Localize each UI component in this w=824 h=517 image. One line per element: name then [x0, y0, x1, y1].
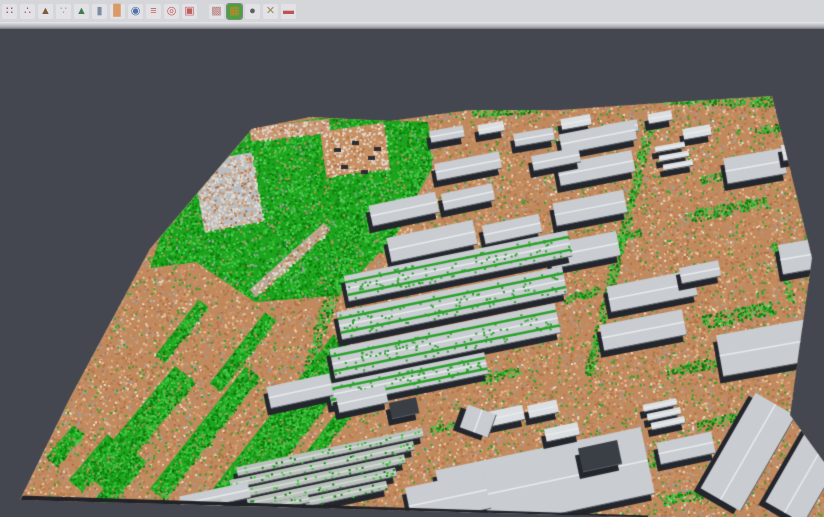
globe-icon[interactable]: ◉ [128, 4, 143, 19]
main-toolbar: ∷∴▲∵▲▮▉◉≡◎▣▩▦●✕▬ [0, 0, 824, 22]
target-icon[interactable]: ◎ [164, 4, 179, 19]
ortho-icon[interactable]: ▉ [110, 4, 125, 19]
layers-icon[interactable]: ≡ [146, 4, 161, 19]
ruler-icon[interactable]: ▬ [281, 4, 296, 19]
select-area-icon[interactable]: ▣ [182, 4, 197, 19]
sphere-icon[interactable]: ● [245, 4, 260, 19]
point-cloud-icon[interactable]: ∷ [2, 4, 17, 19]
dem-brown-icon[interactable]: ▲ [38, 4, 53, 19]
toolbar-bevel [0, 22, 824, 29]
clear-crop-icon[interactable]: ✕ [263, 4, 278, 19]
classification-map-icon[interactable]: ▦ [227, 4, 242, 19]
viewport-3d[interactable] [0, 0, 824, 517]
dem-green-icon[interactable]: ▲ [74, 4, 89, 19]
crop-icon[interactable]: ▩ [209, 4, 224, 19]
sparse-points-icon[interactable]: ∵ [56, 4, 71, 19]
application-window: ∷∴▲∵▲▮▉◉≡◎▣▩▦●✕▬ [0, 0, 824, 517]
profile-icon[interactable]: ▮ [92, 4, 107, 19]
align-pairs-icon[interactable]: ∴ [20, 4, 35, 19]
